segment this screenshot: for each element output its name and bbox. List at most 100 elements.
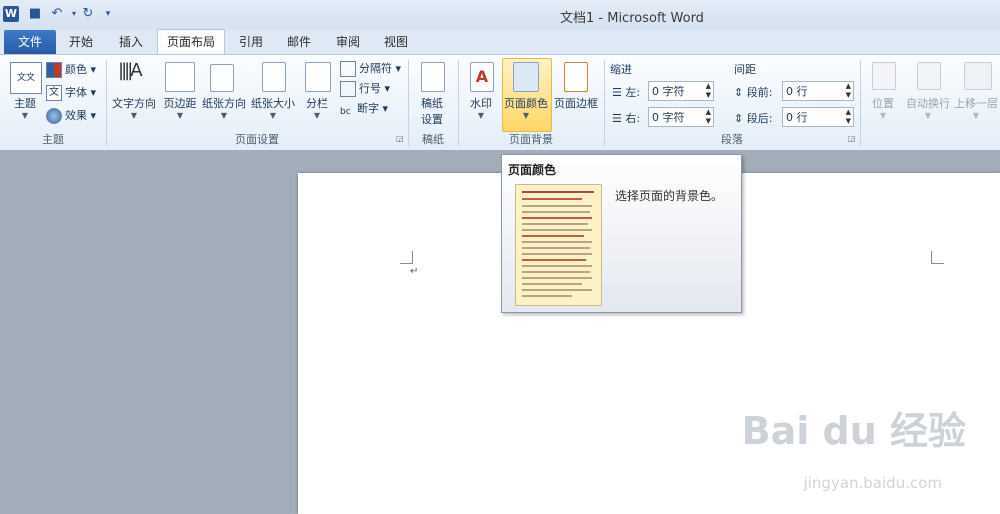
bring-forward-dropdown-icon[interactable]: ▼ — [966, 111, 986, 120]
columns-icon — [305, 62, 331, 92]
margin-corner-top-left — [400, 251, 413, 264]
preview-line — [522, 217, 592, 219]
line-numbers-button[interactable]: 行号 ▾ — [340, 79, 390, 99]
preview-heading-line — [522, 191, 594, 193]
page-size-button[interactable]: 纸张大小 — [249, 95, 297, 111]
effects-button[interactable]: 效果 ▾ — [46, 106, 96, 126]
preview-line — [522, 253, 592, 255]
tab-page-layout[interactable]: 页面布局 — [157, 29, 225, 55]
bring-forward-button[interactable]: 上移一层 — [954, 95, 1000, 111]
window-title: 文档1 - Microsoft Word — [560, 11, 704, 26]
preview-line — [522, 241, 592, 243]
position-dropdown-icon[interactable]: ▼ — [866, 111, 900, 120]
breaks-icon — [340, 61, 356, 77]
spacing-after-spinner-icon[interactable]: ▲ ▼ — [846, 108, 851, 126]
text-direction-dropdown-icon[interactable]: ▼ — [110, 111, 158, 120]
title-bar — [0, 0, 1000, 30]
position-icon — [872, 62, 896, 90]
page-borders-button[interactable]: 页面边框 — [552, 95, 600, 111]
margins-button[interactable]: 页边距 — [160, 95, 200, 111]
breaks-button[interactable]: 分隔符 ▾ — [340, 59, 401, 79]
preview-line — [522, 283, 582, 285]
indent-right-field[interactable]: 0 字符 ▲ ▼ — [648, 107, 714, 127]
baidu-watermark-url: jingyan.baidu.com — [803, 474, 942, 492]
word-app-icon[interactable]: W — [3, 6, 19, 22]
tab-insert[interactable]: 插入 — [112, 30, 150, 54]
undo-icon[interactable]: ↶ — [49, 5, 65, 23]
theme-button[interactable]: 主题 — [10, 95, 40, 111]
spacing-label: 间距 — [734, 63, 756, 76]
tab-home[interactable]: 开始 — [62, 30, 100, 54]
spacing-after-label: ⇕ 段后: — [734, 112, 773, 125]
colors-button[interactable]: 颜色 ▾ — [46, 60, 96, 80]
group-separator — [860, 60, 861, 146]
paint-bucket-icon — [513, 62, 539, 92]
tab-mailings[interactable]: 邮件 — [280, 30, 318, 54]
indent-left-label: ☰ 左: — [612, 86, 641, 99]
text-direction-icon: ||||A — [118, 60, 143, 81]
tab-references[interactable]: 引用 — [232, 30, 270, 54]
page-setup-launcher-icon[interactable]: ◲ — [396, 134, 404, 143]
wrap-text-icon — [917, 62, 941, 90]
manuscript-icon — [421, 62, 445, 92]
indent-right-spinner-icon[interactable]: ▲ ▼ — [706, 108, 711, 126]
preview-line — [522, 211, 590, 213]
save-icon[interactable]: ■ — [27, 5, 43, 23]
paragraph-mark[interactable]: ↵ — [410, 266, 418, 277]
hyphenation-button[interactable]: bc 断字 ▾ — [340, 99, 388, 119]
columns-button[interactable]: 分栏 — [300, 95, 334, 111]
indent-left-field[interactable]: 0 字符 ▲ ▼ — [648, 81, 714, 101]
indent-left-spinner-icon[interactable]: ▲ ▼ — [706, 82, 711, 100]
tab-row — [0, 30, 1000, 54]
theme-icon[interactable]: 文文 — [10, 62, 42, 94]
position-button[interactable]: 位置 — [866, 95, 900, 111]
paragraph-launcher-icon[interactable]: ◲ — [848, 134, 856, 143]
preview-line — [522, 235, 584, 237]
preview-line — [522, 205, 592, 207]
fonts-button[interactable]: 文字体 ▾ — [46, 83, 96, 103]
spacing-after-icon: ⇕ — [734, 112, 744, 125]
wrap-text-dropdown-icon[interactable]: ▼ — [902, 111, 954, 120]
fonts-icon: 文 — [46, 85, 62, 101]
orientation-icon — [210, 64, 234, 92]
watermark-icon: A — [470, 62, 494, 92]
watermark-button[interactable]: 水印 — [462, 95, 500, 111]
margins-icon — [165, 62, 195, 92]
spacing-after-field[interactable]: 0 行 ▲ ▼ — [782, 107, 854, 127]
tab-view[interactable]: 视图 — [377, 30, 415, 54]
columns-dropdown-icon[interactable]: ▼ — [300, 111, 334, 120]
tooltip-description: 选择页面的背景色。 — [615, 189, 724, 203]
tab-review[interactable]: 审阅 — [329, 30, 367, 54]
theme-dropdown-icon[interactable]: ▼ — [10, 111, 40, 120]
wrap-text-button[interactable]: 自动换行 — [902, 95, 954, 111]
page-color-button[interactable]: 页面颜色 — [501, 95, 551, 111]
page-color-dropdown-icon[interactable]: ▼ — [501, 111, 551, 120]
group-label-manuscript: 稿纸 — [422, 133, 444, 146]
preview-line — [522, 223, 588, 225]
spacing-before-label: ⇕ 段前: — [734, 86, 773, 99]
preview-line — [522, 259, 586, 261]
tab-file[interactable]: 文件 — [4, 30, 56, 54]
indent-label: 缩进 — [610, 63, 632, 76]
manuscript-setup-button[interactable]: 稿纸 设置 — [412, 95, 452, 127]
effects-icon — [46, 108, 62, 124]
customize-quick-access-icon[interactable]: ▾ — [100, 5, 116, 23]
orientation-button[interactable]: 纸张方向 — [200, 95, 248, 111]
bring-forward-icon — [964, 62, 992, 90]
text-direction-button[interactable]: 文字方向 — [110, 95, 158, 111]
redo-icon[interactable]: ↻ — [80, 5, 96, 23]
group-label-theme: 主题 — [42, 133, 64, 146]
margin-corner-top-right — [931, 251, 944, 264]
spacing-before-spinner-icon[interactable]: ▲ ▼ — [846, 82, 851, 100]
group-label-page-background: 页面背景 — [509, 133, 553, 146]
indent-left-icon: ☰ — [612, 86, 622, 99]
indent-right-label: ☰ 右: — [612, 112, 641, 125]
margins-dropdown-icon[interactable]: ▼ — [160, 111, 200, 120]
preview-line — [522, 271, 590, 273]
group-label-paragraph: 段落 — [721, 133, 743, 146]
spacing-before-field[interactable]: 0 行 ▲ ▼ — [782, 81, 854, 101]
orientation-dropdown-icon[interactable]: ▼ — [200, 111, 248, 120]
watermark-dropdown-icon[interactable]: ▼ — [462, 111, 500, 120]
hyphenation-icon: bc — [340, 107, 351, 117]
page-size-dropdown-icon[interactable]: ▼ — [249, 111, 297, 120]
